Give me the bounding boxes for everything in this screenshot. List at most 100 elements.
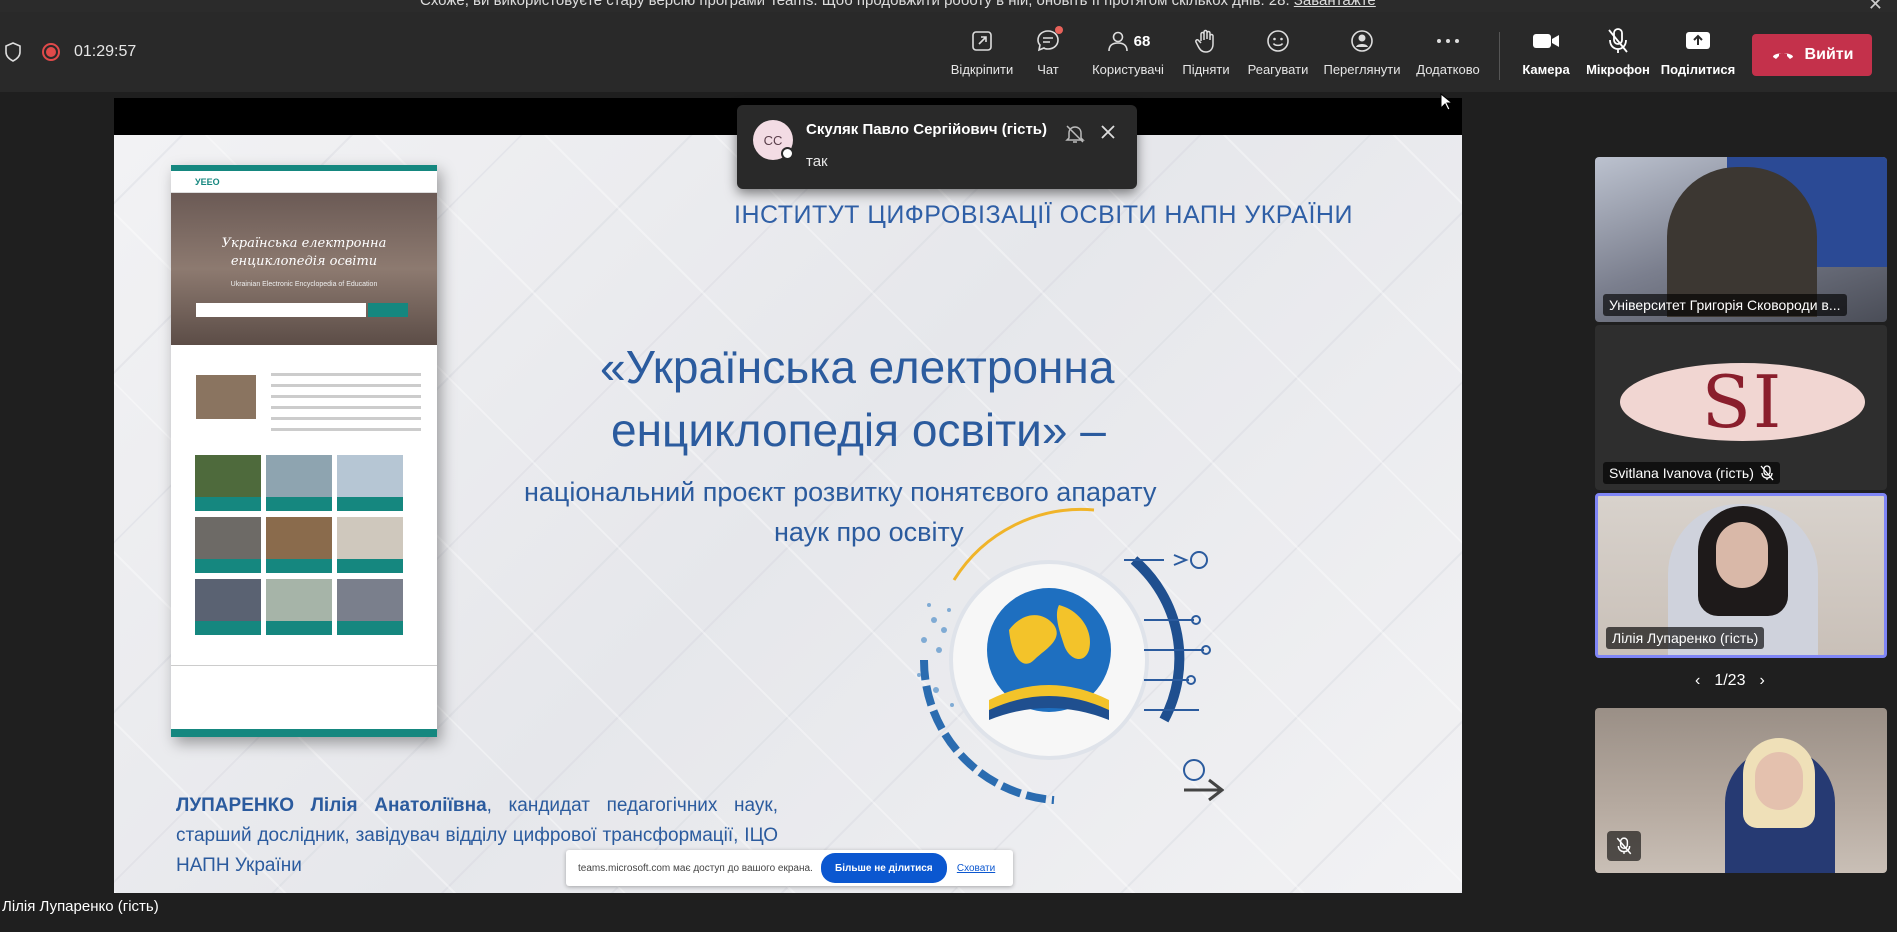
participant-name: Лілія Лупаренко (гість) <box>1606 627 1765 649</box>
presence-icon <box>781 147 794 160</box>
mic-off-icon <box>1760 465 1774 481</box>
category-tile <box>266 455 332 511</box>
chat-message: так <box>806 153 828 170</box>
banner-text: Схоже, ви використовуєте стару версію пр… <box>420 0 1376 9</box>
participant-tile-active-speaker[interactable]: Лілія Лупаренко (гість) <box>1595 493 1887 658</box>
category-tile <box>266 579 332 635</box>
presenter-name-label: Лілія Лупаренко (гість) <box>2 898 159 915</box>
stop-sharing-button[interactable]: Більше не ділитися <box>820 853 947 883</box>
chevron-right-icon[interactable]: › <box>1759 672 1764 690</box>
presentation-slide: УЕЕО Українська електронна енциклопедія о… <box>114 135 1462 893</box>
shield-icon[interactable] <box>4 42 22 62</box>
chat-notification[interactable]: CC Скуляк Павло Сергійович (гість) так <box>737 105 1137 189</box>
participant-name-text: Svitlana Ivanova (гість) <box>1609 465 1754 481</box>
participant-name-text: Лілія Лупаренко (гість) <box>1612 630 1759 646</box>
category-tile <box>266 517 332 573</box>
hand-icon <box>1194 26 1218 56</box>
banner-download-link[interactable]: Завантажте <box>1294 0 1376 9</box>
slide-title-line2: енциклопедія освіти» – <box>611 404 1106 456</box>
category-tile <box>337 455 403 511</box>
teams-meeting-window: Схоже, ви використовуєте стару версію пр… <box>0 0 1897 932</box>
people-label: Користувачі <box>1092 62 1164 77</box>
view-label: Переглянути <box>1323 62 1401 77</box>
participant-name-text: Університет Григорія Сковороди в... <box>1609 297 1841 313</box>
screen-share-bar: teams.microsoft.com має доступ до вашого… <box>566 850 1013 886</box>
site-footer <box>171 665 437 737</box>
participant-avatar: SI <box>1620 360 1865 444</box>
participant-tile[interactable]: SI Svitlana Ivanova (гість) <box>1595 325 1887 490</box>
site-search-button <box>368 303 408 317</box>
site-search-input <box>196 303 366 317</box>
mouse-cursor-icon <box>1440 93 1454 111</box>
leave-button[interactable]: Вийти <box>1752 34 1872 76</box>
chat-button[interactable]: Чат <box>1002 26 1094 77</box>
participant-video-face <box>1755 752 1803 810</box>
site-hero-line1: Українська електронна <box>221 236 387 251</box>
chat-label: Чат <box>1037 62 1059 77</box>
category-tile <box>337 579 403 635</box>
site-logo: УЕЕО <box>195 177 220 187</box>
mic-off-badge <box>1607 831 1641 861</box>
category-tile <box>337 517 403 573</box>
participant-name: Університет Григорія Сковороди в... <box>1603 294 1847 316</box>
site-hero-subtitle: Ukrainian Electronic Encyclopedia of Edu… <box>230 281 378 288</box>
site-hero-title: Українська електронна енциклопедія освіти <box>171 235 437 271</box>
gallery-page-indicator: 1/23 <box>1714 672 1746 689</box>
site-hero-line2: енциклопедія освіти <box>230 254 378 269</box>
more-label: Додатково <box>1416 62 1480 77</box>
mic-label: Мікрофон <box>1586 62 1650 77</box>
site-text-lines <box>271 365 421 445</box>
banner-close-icon[interactable]: ✕ <box>1868 0 1883 12</box>
mic-off-icon <box>1606 26 1630 56</box>
close-icon[interactable] <box>1097 121 1119 143</box>
people-count: 68 <box>1133 32 1151 50</box>
popout-icon <box>970 26 994 56</box>
more-button[interactable]: Додатково <box>1402 26 1494 77</box>
slide-title-line1: «Українська електронна <box>600 341 1115 393</box>
gallery-pager: ‹ 1/23 › <box>1695 672 1765 690</box>
participant-name: Svitlana Ivanova (гість) <box>1603 462 1780 484</box>
site-nav: УЕЕО <box>171 171 437 193</box>
site-article-image <box>196 375 256 419</box>
view-button[interactable]: Переглянути <box>1316 26 1408 77</box>
more-icon <box>1435 26 1461 56</box>
share-label: Поділитися <box>1660 62 1736 77</box>
smile-icon <box>1265 26 1291 56</box>
author-name: ЛУПАРЕНКО Лілія Анатоліївна <box>176 795 487 816</box>
recording-icon <box>42 43 60 61</box>
camera-icon <box>1532 26 1560 56</box>
react-label: Реагувати <box>1247 62 1309 77</box>
share-status-text: teams.microsoft.com має доступ до вашого… <box>578 862 813 874</box>
site-category-grid <box>195 455 403 635</box>
category-tile <box>195 517 261 573</box>
meeting-toolbar: 01:29:57 Відкріпити Чат 68 Користувачі П… <box>0 12 1897 92</box>
chat-unread-dot <box>1055 26 1063 34</box>
hide-share-bar-link[interactable]: Сховати <box>957 863 995 874</box>
participant-tile[interactable] <box>1595 708 1887 873</box>
leave-label: Вийти <box>1804 46 1854 63</box>
raise-hand-label: Підняти <box>1182 62 1230 77</box>
update-banner: Схоже, ви використовуєте стару версію пр… <box>0 0 1897 12</box>
mic-off-icon <box>1616 837 1632 855</box>
share-button[interactable]: Поділитися <box>1652 26 1744 77</box>
category-tile <box>195 579 261 635</box>
mic-button[interactable]: Мікрофон <box>1572 26 1664 77</box>
toolbar-left: 01:29:57 <box>4 42 136 62</box>
sender-name: Скуляк Павло Сергійович (гість) <box>806 121 1048 138</box>
view-avatar-icon <box>1349 26 1375 56</box>
participant-tile[interactable]: Університет Григорія Сковороди в... <box>1595 157 1887 322</box>
chevron-left-icon[interactable]: ‹ <box>1695 672 1700 690</box>
react-button[interactable]: Реагувати <box>1232 26 1324 77</box>
meeting-timer: 01:29:57 <box>74 43 137 60</box>
category-tile <box>195 455 261 511</box>
banner-message: Схоже, ви використовуєте стару версію пр… <box>420 0 1290 9</box>
share-screen-icon <box>1685 26 1711 56</box>
phone-hangup-icon <box>1772 53 1793 59</box>
participant-video-face <box>1716 522 1768 588</box>
encyclopedia-website-screenshot: УЕЕО Українська електронна енциклопедія о… <box>171 165 437 737</box>
institute-heading: ІНСТИТУТ ЦИФРОВІЗАЦІЇ ОСВІТИ НАПН УКРАЇН… <box>734 201 1353 229</box>
globe-book-illustration <box>917 507 1224 804</box>
people-icon: 68 <box>1106 26 1151 56</box>
site-hero: Українська електронна енциклопедія освіти… <box>171 193 437 345</box>
mute-notifications-icon[interactable] <box>1064 123 1086 145</box>
